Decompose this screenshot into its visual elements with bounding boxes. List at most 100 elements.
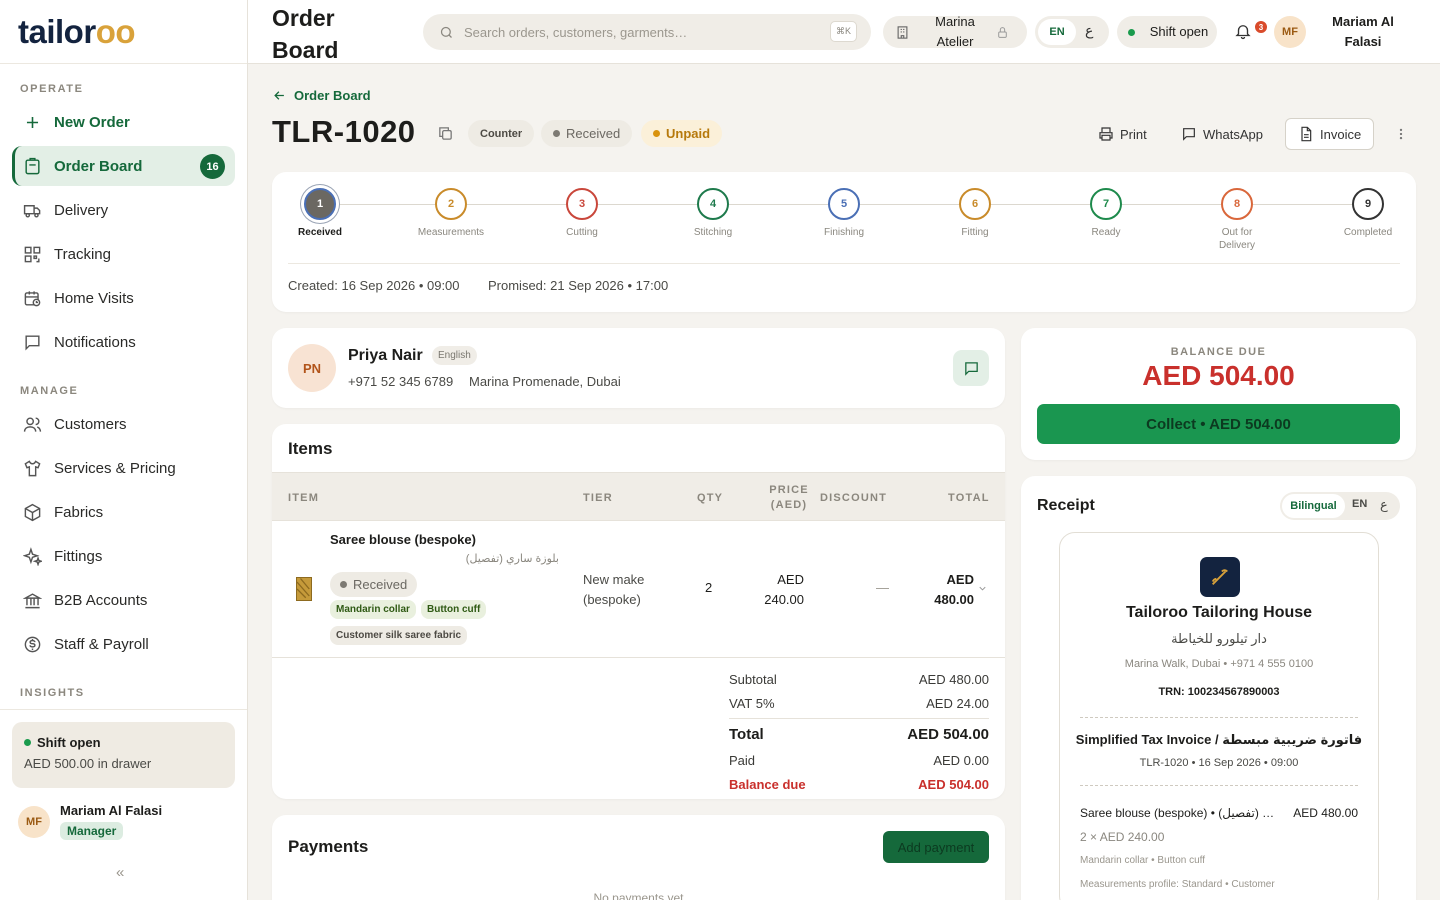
message-square-icon	[22, 332, 42, 352]
customer-avatar: PN	[288, 344, 336, 392]
receipt-line-name: Saree blouse (bespoke) • (تفصيل) …	[1080, 806, 1275, 820]
search-bar[interactable]: ⌘K	[423, 14, 871, 50]
message-square-icon	[963, 360, 980, 377]
sidebar-item-label: Customers	[54, 415, 127, 433]
chevron-down-icon[interactable]	[977, 583, 988, 594]
avatar[interactable]: MF	[1274, 16, 1306, 48]
message-square-icon	[1181, 126, 1197, 142]
status-badge: Received	[330, 572, 418, 597]
total-value: AED 504.00	[907, 726, 989, 743]
sidebar-item-staff-payroll[interactable]: Staff & Payroll	[12, 624, 235, 664]
step-out-for-delivery[interactable]: 8 Out for Delivery	[1192, 188, 1282, 252]
item-discount: —	[876, 580, 889, 595]
sidebar-item-services-pricing[interactable]: Services & Pricing	[12, 448, 235, 488]
sidebar-item-home-visits[interactable]: Home Visits	[12, 278, 235, 318]
add-payment-button[interactable]: Add payment	[883, 831, 989, 863]
user-name[interactable]: Mariam Al Falasi	[1328, 12, 1398, 52]
copy-icon[interactable]	[437, 125, 454, 142]
balance-label: BALANCE DUE	[1170, 346, 1267, 358]
search-input[interactable]	[464, 24, 824, 40]
sidebar-item-fittings[interactable]: Fittings	[12, 536, 235, 576]
invoice-title: Simplified Tax Invoice / فاتورة ضريبية م…	[1075, 732, 1363, 747]
customer-address: Marina Promenade, Dubai	[469, 374, 621, 389]
step-ready[interactable]: 7 Ready	[1061, 188, 1151, 239]
step-label: Received	[298, 227, 342, 238]
plus-icon	[22, 112, 42, 132]
building-icon	[895, 25, 910, 40]
step-label: Out for Delivery	[1218, 227, 1256, 251]
divider	[0, 709, 247, 710]
step-completed[interactable]: 9 Completed	[1323, 188, 1413, 239]
qr-code-icon	[22, 244, 42, 264]
more-vertical-icon[interactable]	[1394, 124, 1408, 144]
payment-badge: Unpaid	[641, 120, 723, 147]
step-cutting[interactable]: 3 Cutting	[537, 188, 627, 239]
vat-label: VAT 5%	[729, 696, 775, 711]
step-measurements[interactable]: 2 Measurements	[406, 188, 496, 239]
new-order-button[interactable]: New Order	[12, 102, 235, 142]
shop-trn: TRN: 100234567890003	[1158, 686, 1280, 698]
mode-en[interactable]: EN	[1352, 498, 1367, 510]
logo-accent: oo	[95, 12, 136, 50]
paid-value: AED 0.00	[933, 753, 989, 768]
sidebar-item-b2b-accounts[interactable]: B2B Accounts	[12, 580, 235, 620]
sidebar-item-customers[interactable]: Customers	[12, 404, 235, 444]
sidebar: tailor oo OPERATE New Order Order Board 1…	[0, 0, 248, 900]
message-customer-button[interactable]	[953, 350, 989, 386]
branch-selector[interactable]: Marina Atelier	[883, 14, 1027, 49]
step-fitting[interactable]: 6 Fitting	[930, 188, 1020, 239]
clipboard-icon	[22, 156, 42, 176]
mode-ar[interactable]: ع	[1380, 497, 1388, 513]
bell-icon[interactable]	[1234, 22, 1252, 40]
status-badge: Received	[541, 120, 633, 147]
collect-payment-button[interactable]: Collect • AED 504.00	[1037, 404, 1400, 444]
col-total: TOTAL	[948, 492, 990, 504]
shortcut-hint: ⌘K	[829, 21, 857, 42]
sidebar-item-fabrics[interactable]: Fabrics	[12, 492, 235, 532]
receipt-line-amount: AED 480.00	[1293, 806, 1358, 820]
sidebar-item-order-board[interactable]: Order Board 16	[12, 146, 235, 186]
divider	[729, 718, 989, 719]
step-label: Fitting	[961, 227, 989, 238]
sidebar-item-tracking[interactable]: Tracking	[12, 234, 235, 274]
step-finishing[interactable]: 5 Finishing	[799, 188, 889, 239]
shift-status: Shift open	[1149, 24, 1209, 39]
status-dot	[24, 739, 31, 746]
divider	[288, 263, 1400, 264]
sidebar-item-label: Staff & Payroll	[54, 635, 149, 653]
shift-status-pill[interactable]: Shift open	[1117, 16, 1217, 48]
step-number: 4	[697, 188, 729, 220]
language-toggle: EN ع	[1035, 16, 1109, 48]
shop-name: Tailoroo Tailoring House	[1125, 604, 1313, 621]
subtotal-value: AED 480.00	[918, 672, 989, 687]
file-text-icon	[1298, 126, 1314, 142]
customer-card[interactable]	[272, 328, 1005, 408]
user-profile[interactable]: MF Mariam Al Falasi Manager	[18, 803, 162, 840]
sidebar-item-label: Order Board	[54, 157, 143, 175]
lang-en-button[interactable]: EN	[1038, 19, 1076, 45]
lang-ar-button[interactable]: ع	[1085, 22, 1093, 39]
step-label: Finishing	[823, 227, 865, 238]
sidebar-item-delivery[interactable]: Delivery	[12, 190, 235, 230]
back-label: Order Board	[294, 88, 371, 103]
back-link[interactable]: Order Board	[272, 88, 371, 103]
collapse-sidebar-button[interactable]: «	[116, 864, 124, 881]
role-badge: Manager	[60, 822, 124, 840]
mode-bilingual[interactable]: Bilingual	[1282, 494, 1345, 518]
print-button[interactable]: Print	[1098, 118, 1147, 150]
step-stitching[interactable]: 4 Stitching	[668, 188, 758, 239]
customer-name[interactable]: Priya Nair	[348, 347, 423, 365]
channel-tag: Counter	[468, 120, 535, 147]
brand-logo[interactable]: tailor oo	[0, 0, 247, 64]
whatsapp-button[interactable]: WhatsApp	[1181, 118, 1263, 150]
page-title: Order Board	[272, 5, 339, 63]
receipt-preview: Tailoroo Tailoring House دار تيلورو للخي…	[1059, 532, 1379, 900]
shift-card[interactable]: Shift open AED 500.00 in drawer	[12, 722, 235, 788]
invoice-ref: TLR-1020 • 16 Sep 2026 • 09:00	[1139, 757, 1299, 769]
invoice-button[interactable]: Invoice	[1285, 118, 1375, 150]
step-received[interactable]: 1 Received	[275, 188, 365, 239]
section-manage: MANAGE	[20, 385, 79, 397]
step-number: 7	[1090, 188, 1122, 220]
sidebar-item-notifications[interactable]: Notifications	[12, 322, 235, 362]
item-total: AED 480.00	[934, 572, 974, 607]
